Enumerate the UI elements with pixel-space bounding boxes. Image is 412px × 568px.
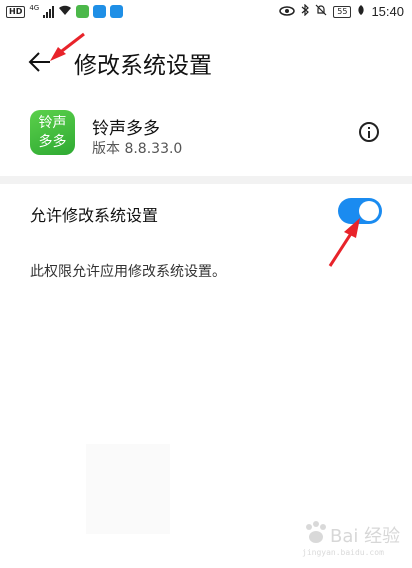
app-info-row: 铃声 多多 铃声多多 版本 8.8.33.0 <box>0 100 412 164</box>
watermark-text: Bai 经验 <box>330 526 401 547</box>
app-notification-icon <box>93 5 107 18</box>
status-bar: HD 4G 55 15:40 <box>0 0 412 26</box>
bluetooth-icon <box>301 3 310 19</box>
hd-badge: HD <box>6 5 26 18</box>
wifi-icon <box>58 4 72 19</box>
permission-label: 允许修改系统设置 <box>30 206 159 225</box>
app-icon-text: 铃声 <box>38 114 67 131</box>
eye-icon <box>279 5 296 19</box>
app-notification-icon <box>76 5 90 18</box>
app-icon: 铃声 多多 <box>30 110 75 155</box>
info-icon[interactable] <box>359 122 379 142</box>
leaf-icon <box>357 4 365 19</box>
signal-icon <box>43 5 55 18</box>
battery-indicator: 55 <box>333 5 352 18</box>
mute-icon <box>315 4 327 19</box>
clock: 15:40 <box>371 4 404 19</box>
status-left: HD 4G <box>6 3 124 19</box>
app-notification-icon <box>110 5 124 18</box>
page-title: 修改系统设置 <box>74 53 212 79</box>
permission-description: 此权限允许应用修改系统设置。 <box>30 264 226 280</box>
status-right: 55 15:40 <box>279 3 404 19</box>
back-arrow-icon[interactable] <box>28 50 52 74</box>
permission-toggle[interactable] <box>338 198 382 224</box>
watermark: Bai 经验 jingyan.baidu.com <box>302 518 402 564</box>
screen: HD 4G 55 15:40 修改系统设置 铃声 多多 铃声多多 版本 8.8.… <box>0 0 412 568</box>
watermark-url: jingyan.baidu.com <box>302 548 384 557</box>
faint-overlay-shape <box>86 444 170 534</box>
network-type: 4G <box>29 3 40 12</box>
section-divider <box>0 176 412 184</box>
app-bar: 修改系统设置 <box>0 38 412 86</box>
toggle-knob <box>359 201 379 221</box>
app-name: 铃声多多 <box>92 119 160 139</box>
paw-icon <box>306 521 326 543</box>
app-icon-text: 多多 <box>38 133 67 150</box>
app-version: 版本 8.8.33.0 <box>92 141 183 157</box>
